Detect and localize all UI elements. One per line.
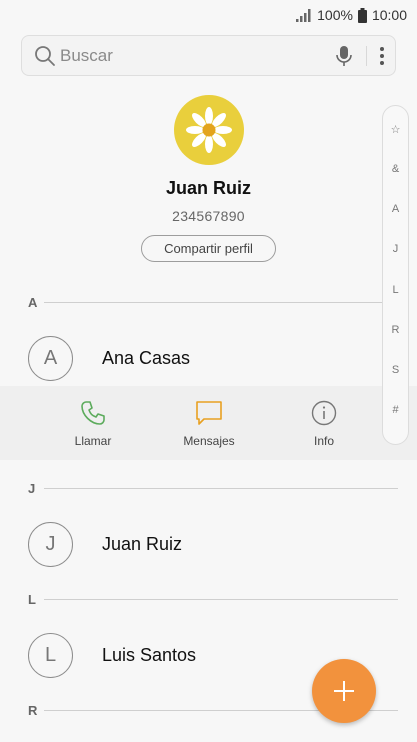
info-button[interactable]: Info xyxy=(284,400,364,448)
search-bar[interactable] xyxy=(21,35,396,76)
section-divider xyxy=(44,487,398,489)
info-icon xyxy=(311,400,337,426)
contact-row-ana-casas[interactable]: A Ana Casas xyxy=(0,328,380,388)
status-bar: 100% 10:00 xyxy=(0,0,417,30)
info-label: Info xyxy=(313,434,334,448)
message-icon xyxy=(196,401,222,425)
index-j[interactable]: J xyxy=(393,243,399,283)
more-options-icon[interactable] xyxy=(379,45,385,67)
index-a[interactable]: A xyxy=(392,203,399,243)
contact-action-panel: Llamar Mensajes Info xyxy=(0,386,417,460)
phone-icon xyxy=(81,401,105,425)
call-button[interactable]: Llamar xyxy=(53,400,133,448)
message-label: Mensajes xyxy=(183,434,235,448)
contact-avatar: A xyxy=(28,335,73,381)
search-divider xyxy=(366,45,367,66)
signal-icon xyxy=(296,8,311,22)
message-button[interactable]: Mensajes xyxy=(169,400,249,448)
index-r[interactable]: R xyxy=(392,324,400,364)
section-letter: L xyxy=(28,591,36,607)
contact-name: Ana Casas xyxy=(102,347,191,368)
contact-avatar: L xyxy=(28,632,73,678)
section-header-j: J xyxy=(28,480,398,496)
contact-avatar: J xyxy=(28,521,73,567)
search-input[interactable] xyxy=(60,45,332,66)
profile-avatar[interactable] xyxy=(173,95,244,165)
section-letter: A xyxy=(28,294,38,310)
my-profile: Juan Ruiz 234567890 Compartir perfil xyxy=(0,95,417,262)
contact-row-juan-ruiz[interactable]: J Juan Ruiz xyxy=(0,514,380,574)
plus-icon xyxy=(334,681,354,701)
profile-name: Juan Ruiz xyxy=(165,178,251,198)
index-l[interactable]: L xyxy=(392,284,398,324)
index-number[interactable]: # xyxy=(392,404,398,444)
index-s[interactable]: S xyxy=(392,364,399,404)
profile-number: 234567890 xyxy=(172,208,245,224)
share-profile-button[interactable]: Compartir perfil xyxy=(141,235,276,262)
add-contact-button[interactable] xyxy=(312,659,376,723)
index-symbols[interactable]: & xyxy=(392,163,399,203)
mic-icon[interactable] xyxy=(332,44,356,68)
contact-name: Luis Santos xyxy=(102,644,197,665)
search-icon xyxy=(35,45,55,66)
battery-percent: 100% xyxy=(317,7,353,23)
daisy-icon xyxy=(185,107,232,153)
section-divider xyxy=(44,598,398,600)
section-letter: R xyxy=(28,702,38,718)
index-favorites[interactable]: ☆ xyxy=(391,123,401,163)
alphabet-index-scroller[interactable]: ☆ & A J L R S # xyxy=(382,105,409,445)
section-divider xyxy=(44,301,398,303)
contact-name: Juan Ruiz xyxy=(102,533,183,554)
section-letter: J xyxy=(28,480,36,496)
clock: 10:00 xyxy=(371,7,407,23)
section-header-l: L xyxy=(28,591,398,607)
section-header-a: A xyxy=(28,294,398,310)
call-label: Llamar xyxy=(74,434,112,448)
battery-icon xyxy=(357,7,367,23)
